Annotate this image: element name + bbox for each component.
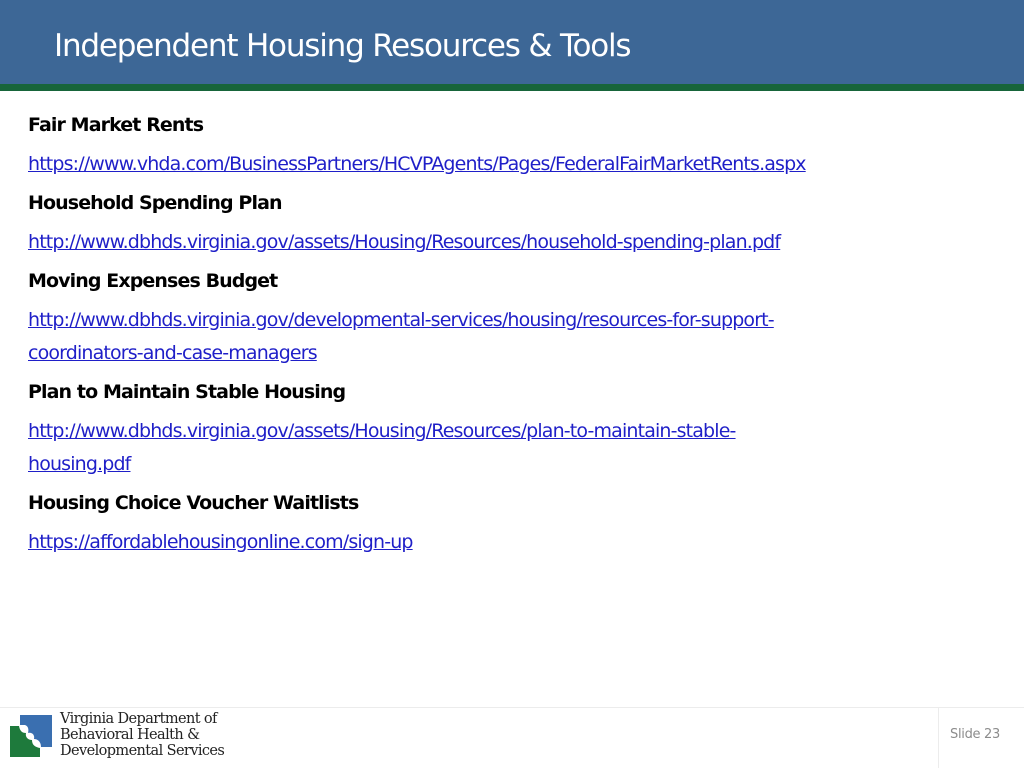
resource-heading: Housing Choice Voucher Waitlists: [28, 492, 359, 514]
link-line: https://affordablehousingonline.com/sign…: [28, 531, 413, 553]
resource-item-household-spending-plan: Household Spending Plan http://www.dbhds…: [28, 186, 1008, 259]
resource-link[interactable]: https://www.vhda.com/BusinessPartners/HC…: [28, 148, 1008, 181]
slide-number: Slide 23: [950, 727, 1000, 742]
resource-link[interactable]: http://www.dbhds.virginia.gov/assets/Hou…: [28, 415, 1008, 481]
resource-heading: Moving Expenses Budget: [28, 270, 278, 292]
resource-item-plan-to-maintain-stable-housing: Plan to Maintain Stable Housing http://w…: [28, 375, 1008, 481]
logo-line: Developmental Services: [60, 743, 225, 759]
resource-link[interactable]: https://affordablehousingonline.com/sign…: [28, 526, 1008, 559]
dbhds-logo-icon: [10, 715, 52, 757]
footer-divider: [0, 707, 1024, 708]
link-line: coordinators-and-case-managers: [28, 342, 318, 364]
slide-header: Independent Housing Resources & Tools: [0, 0, 1024, 84]
dbhds-logo: Virginia Department of Behavioral Health…: [8, 711, 248, 764]
link-line: housing.pdf: [28, 453, 131, 475]
link-line: http://www.dbhds.virginia.gov/developmen…: [28, 309, 775, 331]
dbhds-logo-text: Virginia Department of Behavioral Health…: [60, 711, 225, 759]
link-line: http://www.dbhds.virginia.gov/assets/Hou…: [28, 420, 736, 442]
logo-line: Behavioral Health &: [60, 727, 200, 743]
slide-title: Independent Housing Resources & Tools: [54, 28, 632, 64]
logo-line: Virginia Department of: [60, 711, 217, 727]
resource-list: Fair Market Rents https://www.vhda.com/B…: [28, 110, 1008, 566]
resource-heading: Household Spending Plan: [28, 192, 283, 214]
resource-heading: Fair Market Rents: [28, 114, 204, 136]
footer-vertical-divider: [938, 708, 939, 768]
resource-item-moving-expenses-budget: Moving Expenses Budget http://www.dbhds.…: [28, 264, 1008, 370]
link-line: http://www.dbhds.virginia.gov/assets/Hou…: [28, 231, 781, 253]
header-accent-bar: [0, 84, 1024, 91]
resource-link[interactable]: http://www.dbhds.virginia.gov/developmen…: [28, 304, 1008, 370]
resource-link[interactable]: http://www.dbhds.virginia.gov/assets/Hou…: [28, 226, 1008, 259]
resource-heading: Plan to Maintain Stable Housing: [28, 381, 346, 403]
link-line: https://www.vhda.com/BusinessPartners/HC…: [28, 153, 807, 175]
resource-item-fair-market-rents: Fair Market Rents https://www.vhda.com/B…: [28, 108, 1008, 181]
resource-item-housing-choice-voucher-waitlists: Housing Choice Voucher Waitlists https:/…: [28, 486, 1008, 559]
